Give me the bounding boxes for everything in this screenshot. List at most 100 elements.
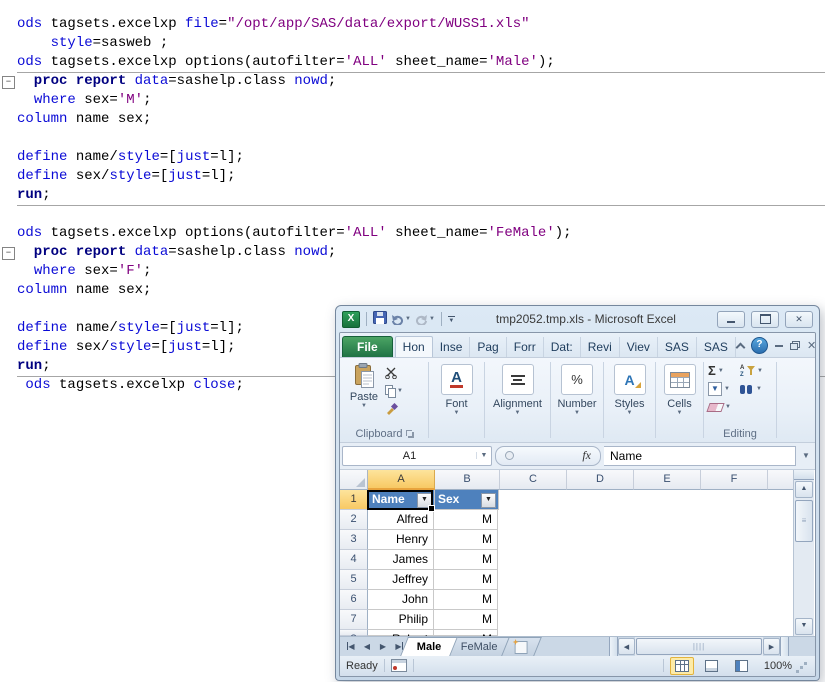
page-break-view-button[interactable] bbox=[730, 657, 754, 675]
scroll-right-icon[interactable]: ▶ bbox=[763, 638, 780, 655]
scrollbar-split-handle[interactable] bbox=[794, 470, 814, 480]
vertical-scroll-thumb[interactable]: ≡ bbox=[795, 500, 813, 542]
undo-button[interactable]: ▼ bbox=[391, 314, 411, 325]
macro-record-icon[interactable] bbox=[391, 659, 407, 672]
copy-button[interactable]: ▼ bbox=[385, 383, 403, 398]
cell-empty[interactable] bbox=[630, 610, 696, 630]
scroll-left-icon[interactable]: ◀ bbox=[618, 638, 635, 655]
insert-worksheet-tab[interactable] bbox=[501, 637, 542, 656]
normal-view-button[interactable] bbox=[670, 657, 694, 675]
column-header-e[interactable]: E bbox=[634, 470, 701, 490]
autosum-button[interactable]: Σ▼ bbox=[708, 364, 740, 378]
cell-name-row7[interactable]: Philip bbox=[368, 610, 434, 630]
cell-empty[interactable] bbox=[630, 590, 696, 610]
fill-button[interactable]: ▼▼ bbox=[708, 382, 740, 396]
row-number-7[interactable]: 7 bbox=[340, 610, 368, 630]
cell-name-row5[interactable]: Jeffrey bbox=[368, 570, 434, 590]
excel-logo-icon[interactable]: X bbox=[342, 311, 360, 328]
cell-empty[interactable] bbox=[696, 590, 762, 610]
cell-empty[interactable] bbox=[498, 510, 564, 530]
cells-group-button[interactable]: Cells ▼ bbox=[657, 360, 702, 442]
column-header-f[interactable]: F bbox=[701, 470, 768, 490]
ribbon-tab-dat[interactable]: Dat: bbox=[544, 337, 581, 357]
cell-empty[interactable] bbox=[498, 550, 564, 570]
customize-qat-button[interactable]: ▼ bbox=[448, 316, 455, 323]
cell-empty[interactable] bbox=[498, 590, 564, 610]
ribbon-tab-viev[interactable]: Viev bbox=[620, 337, 658, 357]
undo-dropdown-arrow[interactable]: ▼ bbox=[405, 316, 411, 322]
cell-empty[interactable] bbox=[630, 530, 696, 550]
cell-empty[interactable] bbox=[499, 490, 565, 510]
cell-sex-row6[interactable]: M bbox=[434, 590, 498, 610]
vertical-scroll-track[interactable] bbox=[794, 543, 814, 617]
cell-sex-row8[interactable]: M bbox=[434, 630, 498, 636]
save-button[interactable] bbox=[373, 311, 387, 327]
ribbon-tab-inse[interactable]: Inse bbox=[433, 337, 471, 357]
number-group-button[interactable]: % Number ▼ bbox=[552, 360, 602, 442]
column-header-b[interactable]: B bbox=[435, 470, 500, 490]
first-sheet-button[interactable]: ◀ bbox=[344, 638, 358, 655]
cell-sex-row4[interactable]: M bbox=[434, 550, 498, 570]
code-fold-toggle[interactable]: − bbox=[2, 76, 15, 89]
page-layout-view-button[interactable] bbox=[700, 657, 724, 675]
ribbon-tab-revi[interactable]: Revi bbox=[581, 337, 620, 357]
cell-empty[interactable] bbox=[564, 590, 630, 610]
scroll-up-icon[interactable]: ▲ bbox=[795, 481, 813, 498]
cell-empty[interactable] bbox=[498, 570, 564, 590]
redo-dropdown-arrow[interactable]: ▼ bbox=[429, 316, 435, 322]
cell-empty[interactable] bbox=[697, 490, 763, 510]
format-painter-button[interactable] bbox=[385, 401, 403, 416]
cell-empty[interactable] bbox=[696, 610, 762, 630]
cell-empty[interactable] bbox=[564, 510, 630, 530]
row-number-1[interactable]: 1 bbox=[340, 490, 369, 510]
cut-button[interactable] bbox=[385, 365, 403, 380]
expand-formula-bar-icon[interactable]: ▼ bbox=[799, 451, 813, 460]
scrollbar-split-handle[interactable] bbox=[780, 637, 789, 656]
cell-empty[interactable] bbox=[631, 490, 697, 510]
workbook-restore-button[interactable] bbox=[790, 341, 800, 350]
cell-empty[interactable] bbox=[696, 550, 762, 570]
cell-name-row3[interactable]: Henry bbox=[368, 530, 434, 550]
help-icon[interactable]: ? bbox=[751, 337, 768, 354]
excel-title-bar[interactable]: X ▼ ▼ ▼ tmp2052.tmp.xls - Microsoft Exce… bbox=[336, 306, 819, 332]
cell-empty[interactable] bbox=[630, 550, 696, 570]
cell-name-row4[interactable]: James bbox=[368, 550, 434, 570]
clear-button[interactable]: ▼ bbox=[708, 400, 740, 414]
cell-empty[interactable] bbox=[564, 630, 630, 636]
code-fold-toggle[interactable]: − bbox=[2, 247, 15, 260]
cell-empty[interactable] bbox=[696, 510, 762, 530]
cell-name-row6[interactable]: John bbox=[368, 590, 434, 610]
close-button[interactable]: ✕ bbox=[785, 311, 813, 328]
cell-empty[interactable] bbox=[498, 630, 564, 636]
row-number-4[interactable]: 4 bbox=[340, 550, 368, 570]
dialog-launcher-icon[interactable] bbox=[406, 430, 415, 439]
cell-empty[interactable] bbox=[630, 510, 696, 530]
redo-button[interactable]: ▼ bbox=[415, 314, 435, 325]
column-header-a[interactable]: A bbox=[368, 470, 435, 490]
grid[interactable]: ABCDEF 1Name▼Sex▼2AlfredM3HenryM4JamesM5… bbox=[340, 470, 793, 636]
minimize-button[interactable] bbox=[717, 311, 745, 328]
cell-empty[interactable] bbox=[564, 570, 630, 590]
workbook-close-button[interactable]: ✕ bbox=[807, 341, 816, 351]
row-number-2[interactable]: 2 bbox=[340, 510, 368, 530]
sheet-tab-male[interactable]: Male bbox=[400, 637, 458, 656]
paste-button[interactable]: Paste ▼ bbox=[343, 363, 385, 416]
alignment-group-button[interactable]: Alignment ▼ bbox=[486, 360, 549, 442]
row-number-8[interactable]: 8 bbox=[340, 630, 368, 636]
row-number-5[interactable]: 5 bbox=[340, 570, 368, 590]
horizontal-scroll-thumb[interactable]: |||| bbox=[636, 638, 762, 655]
cell-empty[interactable] bbox=[565, 490, 631, 510]
filter-dropdown-button[interactable]: ▼ bbox=[417, 493, 432, 508]
cell-sex-row2[interactable]: M bbox=[434, 510, 498, 530]
find-select-button[interactable]: ▼ bbox=[740, 382, 772, 396]
cell-empty[interactable] bbox=[630, 570, 696, 590]
cell-empty[interactable] bbox=[564, 530, 630, 550]
maximize-button[interactable] bbox=[751, 311, 779, 328]
name-box-dropdown-arrow[interactable]: ▼ bbox=[476, 452, 491, 459]
filter-dropdown-button[interactable]: ▼ bbox=[481, 493, 496, 508]
name-box[interactable]: A1 ▼ bbox=[342, 446, 492, 466]
ribbon-tab-sas[interactable]: SAS bbox=[658, 337, 697, 357]
cell-empty[interactable] bbox=[498, 610, 564, 630]
cell-empty[interactable] bbox=[564, 550, 630, 570]
select-all-corner[interactable] bbox=[340, 470, 368, 490]
